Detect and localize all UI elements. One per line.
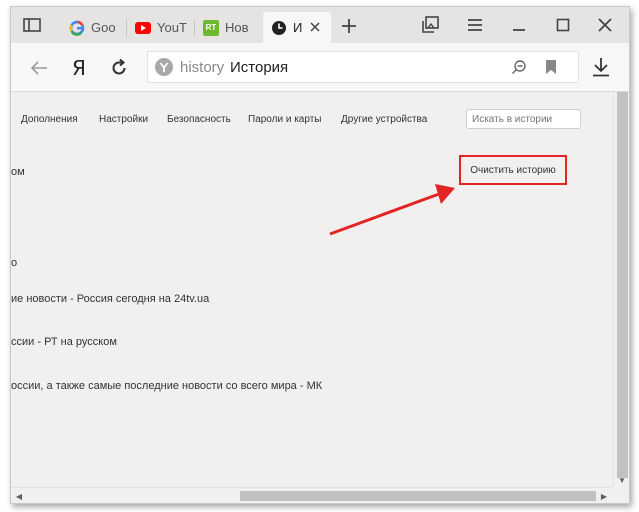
close-tab-icon[interactable]: [310, 20, 320, 35]
plus-icon: [342, 19, 356, 33]
reload-icon: [112, 59, 126, 75]
history-entry[interactable]: ие новости - Россия сегодня на 24tv.ua: [11, 293, 209, 305]
horizontal-scroll-thumb[interactable]: [240, 491, 596, 501]
history-search-input[interactable]: [466, 109, 581, 129]
history-fragment: ом: [11, 166, 25, 178]
tab-rt[interactable]: RT Нов: [195, 12, 261, 43]
protect-icon[interactable]: [154, 57, 174, 77]
tab-title: Нов: [225, 20, 249, 35]
tab-strip: Goo YouT RT Нов И: [11, 7, 629, 43]
minimize-button[interactable]: [507, 15, 531, 35]
vertical-scroll-thumb[interactable]: [617, 92, 628, 478]
youtube-icon: [135, 20, 151, 36]
yandex-button[interactable]: Я: [67, 56, 91, 80]
maximize-icon: [556, 18, 570, 32]
menu-item-passwords[interactable]: Пароли и карты: [248, 114, 321, 125]
menu-item-settings[interactable]: Настройки: [99, 114, 148, 125]
tabs-manager-button[interactable]: [419, 15, 443, 35]
tab-youtube[interactable]: YouT: [127, 12, 195, 43]
menu-item-security[interactable]: Безопасность: [167, 114, 231, 125]
clear-history-button[interactable]: Очистить историю: [459, 155, 567, 185]
close-window-button[interactable]: [593, 15, 617, 35]
clock-icon: [271, 20, 287, 36]
scroll-right-icon[interactable]: ▶: [599, 491, 609, 501]
clear-history-label: Очистить историю: [470, 164, 556, 176]
bookmark-icon[interactable]: [542, 58, 560, 76]
navigation-bar: Я history История: [11, 43, 629, 92]
hamburger-icon: [468, 19, 482, 31]
tab-title: И: [293, 20, 303, 35]
sidebar-icon: [23, 18, 41, 32]
menu-item-other-devices[interactable]: Другие устройства: [341, 114, 427, 125]
tab-google[interactable]: Goo: [61, 12, 127, 43]
address-scheme: history: [180, 59, 225, 76]
google-icon: [69, 20, 85, 36]
horizontal-scrollbar[interactable]: ◀ ▶: [11, 487, 613, 503]
tab-title: Goo: [91, 20, 116, 35]
maximize-button[interactable]: [551, 15, 575, 35]
tab-title: YouT: [157, 20, 187, 35]
rt-icon: RT: [203, 19, 219, 36]
history-entry[interactable]: оссии, а также самые последние новости с…: [11, 380, 322, 392]
new-tab-button[interactable]: [339, 16, 359, 36]
minimize-icon: [513, 29, 525, 31]
reload-button[interactable]: [107, 56, 131, 80]
download-icon: [593, 58, 609, 77]
history-fragment: о: [11, 257, 18, 269]
history-page: Дополнения Настройки Безопасность Пароли…: [11, 92, 613, 487]
browser-window: Goo YouT RT Нов И Я history История Допо…: [10, 6, 630, 504]
close-icon: [598, 18, 612, 32]
tabs-stack-icon: [422, 16, 439, 33]
downloads-button[interactable]: [589, 55, 613, 79]
vertical-scrollbar[interactable]: ▼: [613, 92, 629, 487]
search-page-icon[interactable]: [510, 58, 528, 76]
menu-item-extensions[interactable]: Дополнения: [21, 114, 78, 125]
annotation-arrow: [329, 184, 455, 236]
address-title: История: [230, 59, 289, 76]
scroll-left-icon[interactable]: ◀: [14, 491, 24, 501]
back-button[interactable]: [27, 56, 51, 80]
scroll-down-icon[interactable]: ▼: [617, 475, 627, 485]
sidebar-toggle-button[interactable]: [19, 15, 45, 35]
tab-history[interactable]: И: [263, 12, 331, 43]
menu-button[interactable]: [463, 15, 487, 35]
arrow-left-icon: [30, 61, 47, 75]
history-entry[interactable]: ссии - РТ на русском: [11, 336, 117, 348]
address-bar[interactable]: history История: [147, 51, 579, 83]
